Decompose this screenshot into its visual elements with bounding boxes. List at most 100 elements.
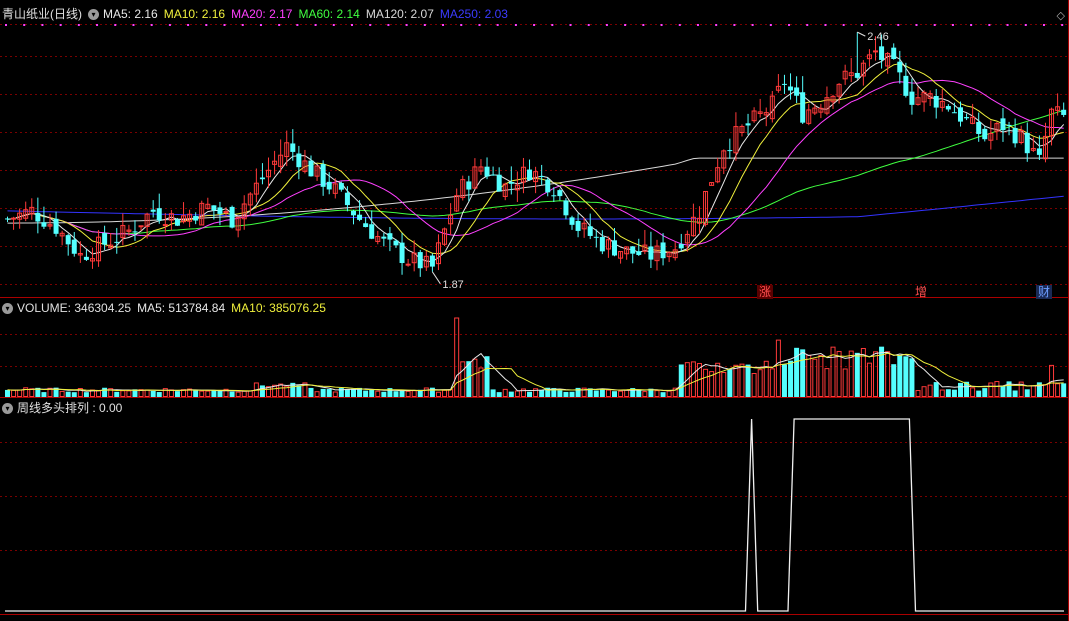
candle-down bbox=[678, 244, 684, 249]
chevron-down-icon[interactable]: ▾ bbox=[2, 303, 13, 315]
candle-down bbox=[381, 236, 387, 239]
volume-ma5-value: MA5: 513784.84 bbox=[137, 301, 226, 315]
event-marker-rise[interactable]: 涨 bbox=[757, 285, 773, 299]
top-dot-mark bbox=[970, 24, 973, 26]
volume-bar-down bbox=[65, 391, 71, 397]
top-dot-mark bbox=[205, 24, 208, 26]
volume-bar-up bbox=[812, 358, 818, 398]
volume-bar-up bbox=[654, 390, 660, 398]
high-marker bbox=[857, 31, 866, 37]
volume-bar-up bbox=[59, 390, 65, 397]
volume-bar-up bbox=[11, 389, 17, 398]
ma10-value: MA10: 2.16 bbox=[163, 7, 226, 21]
candle-up bbox=[162, 224, 168, 227]
candle-down bbox=[1061, 109, 1067, 115]
candle-down bbox=[1000, 118, 1006, 131]
volume-bar-up bbox=[866, 362, 872, 398]
volume-bar-down bbox=[897, 355, 903, 397]
volume-bar-up bbox=[411, 390, 417, 397]
candle-up bbox=[405, 263, 411, 266]
volume-bar-up bbox=[873, 351, 879, 398]
volume-bar-down bbox=[211, 390, 217, 397]
candle-down bbox=[326, 181, 332, 190]
candle-down bbox=[132, 231, 138, 233]
top-dot-mark bbox=[478, 24, 481, 26]
top-dot-mark bbox=[879, 24, 882, 26]
volume-bar-up bbox=[448, 389, 454, 397]
chevron-down-icon[interactable]: ▾ bbox=[2, 403, 13, 415]
volume-bar-up bbox=[915, 390, 921, 397]
candle-down bbox=[630, 246, 636, 254]
event-marker-increase[interactable]: 增 bbox=[913, 285, 929, 299]
volume-bar-up bbox=[618, 390, 624, 397]
top-dot-mark bbox=[915, 24, 918, 26]
volume-bar-up bbox=[605, 389, 611, 397]
volume-bar-down bbox=[496, 392, 502, 397]
volume-bar-up bbox=[472, 358, 478, 398]
volume-bar-up bbox=[514, 390, 520, 398]
candle-up bbox=[11, 217, 17, 220]
top-dot-mark bbox=[241, 24, 244, 26]
candle-down bbox=[156, 208, 162, 221]
top-dot-mark bbox=[1042, 24, 1045, 26]
volume-bar-down bbox=[114, 391, 120, 397]
volume-bar-up bbox=[721, 371, 727, 398]
volume-bar-down bbox=[563, 391, 569, 397]
top-dot-mark bbox=[278, 24, 281, 26]
candle-down bbox=[466, 181, 472, 190]
candle-up bbox=[138, 225, 144, 228]
candle-down bbox=[290, 143, 296, 152]
volume-value: VOLUME: 346304.25 bbox=[17, 301, 132, 315]
volume-bar-down bbox=[259, 385, 265, 397]
volume-bar-up bbox=[375, 390, 381, 398]
candle-down bbox=[964, 117, 970, 119]
volume-bar-down bbox=[150, 390, 156, 397]
candle-down bbox=[854, 72, 860, 78]
event-marker-finance[interactable]: 财 bbox=[1036, 285, 1052, 299]
top-dot-mark bbox=[296, 24, 299, 26]
top-dot-mark bbox=[678, 24, 681, 26]
volume-bar-down bbox=[527, 391, 533, 397]
volume-bar-up bbox=[126, 390, 132, 397]
diamond-icon[interactable]: ◇ bbox=[1057, 9, 1065, 22]
volume-bar-down bbox=[308, 387, 314, 397]
event-label-finance: 财 bbox=[1037, 285, 1050, 299]
top-dot-mark bbox=[788, 24, 791, 26]
top-dot-mark bbox=[933, 24, 936, 26]
top-dot-mark bbox=[168, 24, 171, 26]
event-label-increase: 增 bbox=[914, 285, 927, 299]
volume-bar-up bbox=[836, 350, 842, 398]
candle-down bbox=[363, 223, 369, 228]
volume-bar-down bbox=[369, 389, 375, 397]
volume-bar-up bbox=[502, 388, 508, 397]
candle-down bbox=[393, 240, 399, 246]
volume-bar-up bbox=[144, 389, 150, 398]
volume-bar-up bbox=[29, 388, 35, 398]
volume-bar-down bbox=[490, 389, 496, 397]
candle-down bbox=[945, 106, 951, 110]
top-dot-mark bbox=[132, 24, 135, 26]
candle-down bbox=[229, 206, 235, 228]
volume-bar-down bbox=[296, 385, 302, 397]
chevron-down-icon[interactable]: ▾ bbox=[88, 9, 99, 21]
high-price-label: 2.46 bbox=[867, 31, 888, 43]
top-dot-mark bbox=[824, 24, 827, 26]
candle-down bbox=[587, 226, 593, 236]
candle-down bbox=[575, 220, 581, 231]
volume-bar-down bbox=[41, 392, 47, 397]
volume-bar-up bbox=[994, 381, 1000, 397]
top-dot-mark bbox=[806, 24, 809, 26]
volume-bar-up bbox=[423, 387, 429, 397]
volume-bar-down bbox=[539, 389, 545, 397]
candle-down bbox=[174, 219, 180, 226]
candle-down bbox=[484, 166, 490, 177]
top-dot-mark bbox=[751, 24, 754, 26]
volume-bar-down bbox=[660, 392, 666, 397]
top-dot-mark bbox=[77, 24, 80, 26]
volume-bar-down bbox=[381, 391, 387, 397]
top-dot-mark bbox=[332, 24, 335, 26]
top-dot-mark bbox=[405, 24, 408, 26]
top-dot-mark bbox=[1006, 24, 1009, 26]
volume-bar-up bbox=[842, 368, 848, 398]
candle-down bbox=[599, 237, 605, 252]
